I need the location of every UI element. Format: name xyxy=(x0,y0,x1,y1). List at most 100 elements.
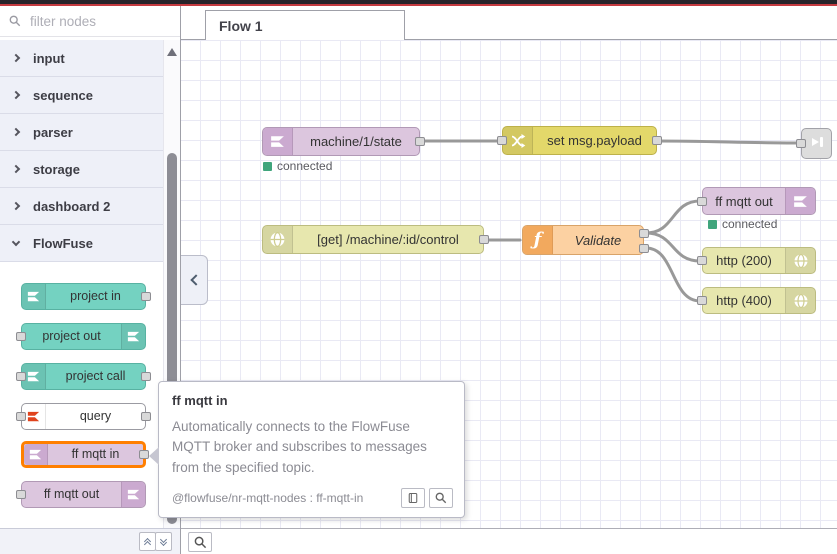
node-label: machine/1/state xyxy=(310,134,402,149)
category-label: storage xyxy=(33,161,80,177)
input-port[interactable] xyxy=(16,490,26,499)
palette-sidebar: input sequence parser storage dashboard … xyxy=(0,6,209,554)
canvas-node-http-in-get-machine-control[interactable]: [get] /machine/:id/control xyxy=(262,225,489,254)
palette-category-storage[interactable]: storage xyxy=(0,151,163,188)
status-text: connected xyxy=(722,217,778,231)
node-label: ff mqtt out xyxy=(715,193,773,209)
output-port[interactable] xyxy=(415,137,425,146)
palette-search xyxy=(0,6,209,37)
node-info-tooltip: ff mqtt in Automatically connects to the… xyxy=(149,381,465,518)
search-icon xyxy=(9,15,21,27)
output-port[interactable] xyxy=(479,235,489,244)
palette-node-project-out[interactable]: project out xyxy=(16,323,146,350)
palette-category-dashboard-2[interactable]: dashboard 2 xyxy=(0,188,163,225)
chevron-right-icon xyxy=(11,201,21,211)
canvas-node-http-response-400[interactable]: http (400) xyxy=(697,287,816,314)
palette-category-input[interactable]: input xyxy=(0,40,163,77)
input-port[interactable] xyxy=(697,256,707,265)
change-icon xyxy=(503,127,533,154)
workspace-footer xyxy=(181,528,837,554)
input-port[interactable] xyxy=(796,139,806,148)
palette-node-project-in[interactable]: project in xyxy=(21,283,151,310)
chevron-left-icon xyxy=(189,274,202,286)
wire[interactable] xyxy=(644,199,702,235)
output-port[interactable] xyxy=(141,412,151,421)
tab-flow-1[interactable]: Flow 1 xyxy=(205,10,405,40)
output-port[interactable] xyxy=(141,292,151,301)
flowfuse-icon xyxy=(263,128,293,155)
flowfuse-icon xyxy=(22,284,46,309)
node-label: set msg.payload xyxy=(547,133,642,148)
tooltip-body: Automatically connects to the FlowFuse M… xyxy=(172,419,427,475)
wire[interactable] xyxy=(644,231,702,263)
magnifier-icon xyxy=(194,536,206,548)
node-label: Validate xyxy=(574,232,622,248)
node-label: project call xyxy=(65,369,126,383)
chevron-down-icon xyxy=(11,237,21,246)
flowfuse-icon xyxy=(121,482,145,507)
canvas-node-change-set-payload[interactable]: set msg.payload xyxy=(497,126,662,155)
canvas-node-ff-mqtt-out[interactable]: ff mqtt out xyxy=(697,187,816,215)
status-dot-icon xyxy=(263,161,272,171)
flowfuse-icon xyxy=(121,324,145,349)
output-port[interactable] xyxy=(652,136,662,145)
globe-icon xyxy=(785,248,815,273)
node-label: http (200) xyxy=(716,253,772,268)
palette-category-sequence[interactable]: sequence xyxy=(0,77,163,114)
chevron-right-icon xyxy=(11,127,21,137)
zoom-search-button[interactable] xyxy=(188,532,212,552)
palette-node-ff-mqtt-in[interactable]: ff mqtt in xyxy=(21,441,149,468)
palette-category-flowfuse[interactable]: FlowFuse xyxy=(0,225,163,262)
node-label: [get] /machine/:id/control xyxy=(317,232,459,247)
collapse-all-button[interactable] xyxy=(139,532,156,551)
canvas-node-link-out[interactable] xyxy=(796,128,832,159)
palette-node-project-call[interactable]: project call xyxy=(16,363,151,390)
tab-label: Flow 1 xyxy=(219,17,263,34)
node-status: connected xyxy=(263,159,332,173)
expand-all-button[interactable] xyxy=(155,532,172,551)
globe-icon xyxy=(263,226,293,253)
magnifier-icon xyxy=(435,492,447,504)
input-port[interactable] xyxy=(697,197,707,206)
palette-footer xyxy=(0,528,180,554)
find-in-palette-button[interactable] xyxy=(429,488,453,508)
node-status: connected xyxy=(708,217,777,231)
palette-node-query[interactable]: query xyxy=(16,403,151,430)
input-port[interactable] xyxy=(497,136,507,145)
node-label: project out xyxy=(42,329,101,343)
category-label: parser xyxy=(33,124,73,140)
palette-collapse-handle[interactable] xyxy=(181,255,208,305)
canvas-node-function-validate[interactable]: ƒ Validate xyxy=(522,225,649,255)
output-port-2[interactable] xyxy=(639,244,649,253)
chevron-right-icon xyxy=(11,164,21,174)
category-label: input xyxy=(33,50,65,66)
node-label: ff mqtt out xyxy=(43,487,100,501)
input-port[interactable] xyxy=(697,296,707,305)
canvas-node-mqtt-in-machine-state[interactable]: machine/1/state xyxy=(262,127,425,156)
flowfuse-icon xyxy=(785,188,815,214)
chevron-right-icon xyxy=(11,90,21,100)
chevron-right-icon xyxy=(11,53,21,63)
node-red-editor: input sequence parser storage dashboard … xyxy=(0,0,837,554)
node-label: ff mqtt in xyxy=(71,447,120,461)
tooltip-module-name: @flowfuse/nr-mqtt-nodes : ff-mqtt-in xyxy=(172,491,364,505)
palette-node-ff-mqtt-out[interactable]: ff mqtt out xyxy=(16,481,146,508)
input-port[interactable] xyxy=(16,372,26,381)
output-port-1[interactable] xyxy=(639,229,649,238)
function-icon: ƒ xyxy=(523,226,553,254)
book-icon xyxy=(408,492,418,504)
open-docs-button[interactable] xyxy=(401,488,425,508)
palette-category-parser[interactable]: parser xyxy=(0,114,163,151)
canvas-node-http-response-200[interactable]: http (200) xyxy=(697,247,816,274)
tooltip-title: ff mqtt in xyxy=(172,393,228,408)
flowfuse-icon xyxy=(24,444,48,465)
wire[interactable] xyxy=(656,139,801,145)
scroll-up-icon[interactable] xyxy=(167,48,177,56)
input-port[interactable] xyxy=(16,412,26,421)
wire[interactable] xyxy=(644,246,702,303)
output-port[interactable] xyxy=(141,372,151,381)
status-text: connected xyxy=(277,159,333,173)
input-port[interactable] xyxy=(16,332,26,341)
output-port[interactable] xyxy=(139,450,149,459)
category-label: dashboard 2 xyxy=(33,198,111,214)
